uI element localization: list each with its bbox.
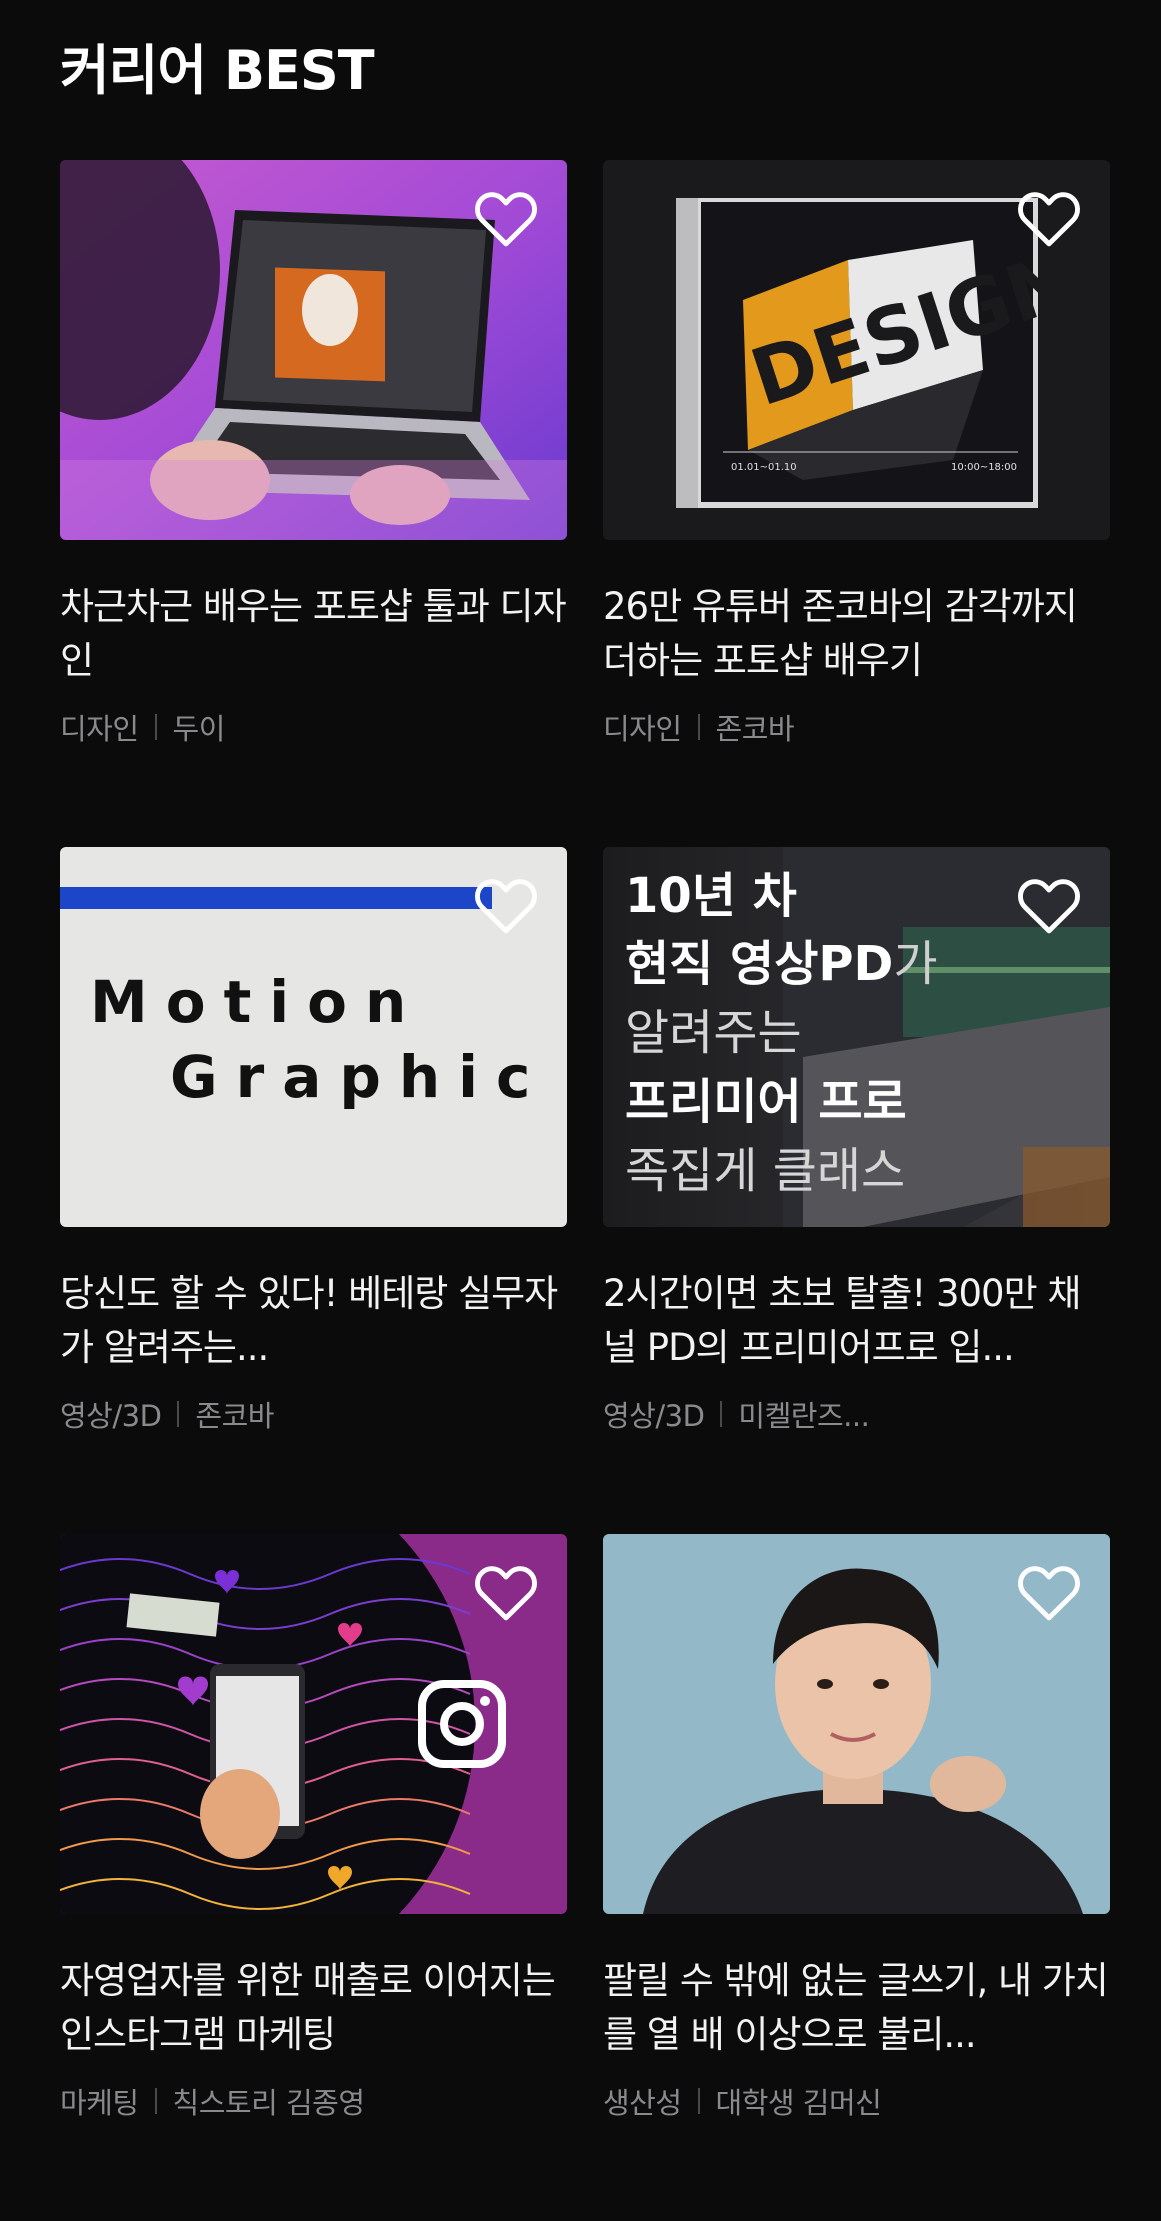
course-author: 미켈란즈... [738, 1399, 870, 1433]
heart-outline-icon[interactable] [473, 875, 539, 935]
course-card[interactable]: 차근차근 배우는 포토샵 툴과 디자인 디자인 두이 [60, 160, 567, 847]
course-category: 영상/3D [603, 1399, 705, 1433]
course-author: 두이 [172, 712, 226, 746]
heart-outline-icon[interactable] [1016, 1562, 1082, 1622]
course-meta: 마케팅 칙스토리 김종영 [60, 2080, 567, 2122]
cover-line3: 알려주는 [625, 1005, 802, 1061]
course-title[interactable]: 차근차근 배우는 포토샵 툴과 디자인 [60, 580, 567, 688]
heart-outline-icon[interactable] [473, 188, 539, 248]
cover-left-text: 01.01~01.10 [731, 462, 797, 473]
meta-divider [154, 714, 157, 740]
course-grid: 차근차근 배우는 포토샵 툴과 디자인 디자인 두이 DESIGN 01.01~… [60, 160, 1110, 2221]
heart-outline-icon[interactable] [473, 1562, 539, 1622]
course-author: 대학생 김머신 [715, 2086, 882, 2120]
course-thumbnail[interactable]: 10년 차 현직 영상PD가 알려주는 프리미어 프로 족집게 클래스 [603, 847, 1110, 1227]
section-title: 커리어 BEST [60, 39, 375, 102]
course-card[interactable]: 10년 차 현직 영상PD가 알려주는 프리미어 프로 족집게 클래스 2시간이… [603, 847, 1110, 1534]
cover-line2: Graphic [170, 1043, 548, 1111]
meta-divider [154, 2088, 157, 2114]
course-thumbnail[interactable]: DESIGN 01.01~01.10 10:00~18:00 [603, 160, 1110, 540]
course-thumbnail[interactable]: Motion Graphic [60, 847, 567, 1227]
course-meta: 디자인 존코바 [603, 706, 1110, 748]
cover-line2-bold: 현직 영상PD [625, 936, 893, 992]
cover-line4: 프리미어 프로 [625, 1074, 907, 1130]
cover-right-text: 10:00~18:00 [951, 462, 1017, 473]
meta-divider [720, 1401, 723, 1427]
course-card[interactable]: 팔릴 수 밖에 없는 글쓰기, 내 가치를 열 배 이상으로 불리... 생산성… [603, 1534, 1110, 2221]
course-title[interactable]: 2시간이면 초보 탈출! 300만 채널 PD의 프리미어프로 입... [603, 1267, 1110, 1375]
meta-divider [177, 1401, 180, 1427]
cover-line1: Motion [90, 968, 424, 1036]
meta-divider [697, 714, 700, 740]
course-category: 마케팅 [60, 2086, 139, 2120]
course-thumbnail[interactable] [60, 160, 567, 540]
course-author: 존코바 [195, 1399, 274, 1433]
course-card[interactable]: 자영업자를 위한 매출로 이어지는 인스타그램 마케팅 마케팅 칙스토리 김종영 [60, 1534, 567, 2221]
course-meta: 영상/3D 존코바 [60, 1393, 567, 1435]
course-title[interactable]: 팔릴 수 밖에 없는 글쓰기, 내 가치를 열 배 이상으로 불리... [603, 1954, 1110, 2062]
course-card[interactable]: Motion Graphic 당신도 할 수 있다! 베테랑 실무자가 알려주는… [60, 847, 567, 1534]
cover-line2: 현직 영상PD가 [625, 936, 938, 992]
course-category: 생산성 [603, 2086, 682, 2120]
course-category: 디자인 [603, 712, 682, 746]
course-title[interactable]: 당신도 할 수 있다! 베테랑 실무자가 알려주는... [60, 1267, 567, 1375]
cover-line2-light: 가 [893, 936, 937, 992]
course-title[interactable]: 자영업자를 위한 매출로 이어지는 인스타그램 마케팅 [60, 1954, 567, 2062]
course-card[interactable]: DESIGN 01.01~01.10 10:00~18:00 26만 유튜버 존… [603, 160, 1110, 847]
course-author: 존코바 [715, 712, 795, 746]
heart-outline-icon[interactable] [1016, 188, 1082, 248]
course-category: 영상/3D [60, 1399, 162, 1433]
course-thumbnail[interactable] [60, 1534, 567, 1914]
course-meta: 영상/3D 미켈란즈... [603, 1393, 1110, 1435]
course-category: 디자인 [60, 712, 139, 746]
course-meta: 디자인 두이 [60, 706, 567, 748]
cover-line5: 족집게 클래스 [625, 1143, 905, 1199]
cover-line1: 10년 차 [625, 868, 797, 924]
meta-divider [697, 2088, 700, 2114]
course-meta: 생산성 대학생 김머신 [603, 2080, 1110, 2122]
heart-outline-icon[interactable] [1016, 875, 1082, 935]
course-thumbnail[interactable] [603, 1534, 1110, 1914]
course-author: 칙스토리 김종영 [172, 2086, 365, 2120]
course-title[interactable]: 26만 유튜버 존코바의 감각까지 더하는 포토샵 배우기 [603, 580, 1110, 688]
